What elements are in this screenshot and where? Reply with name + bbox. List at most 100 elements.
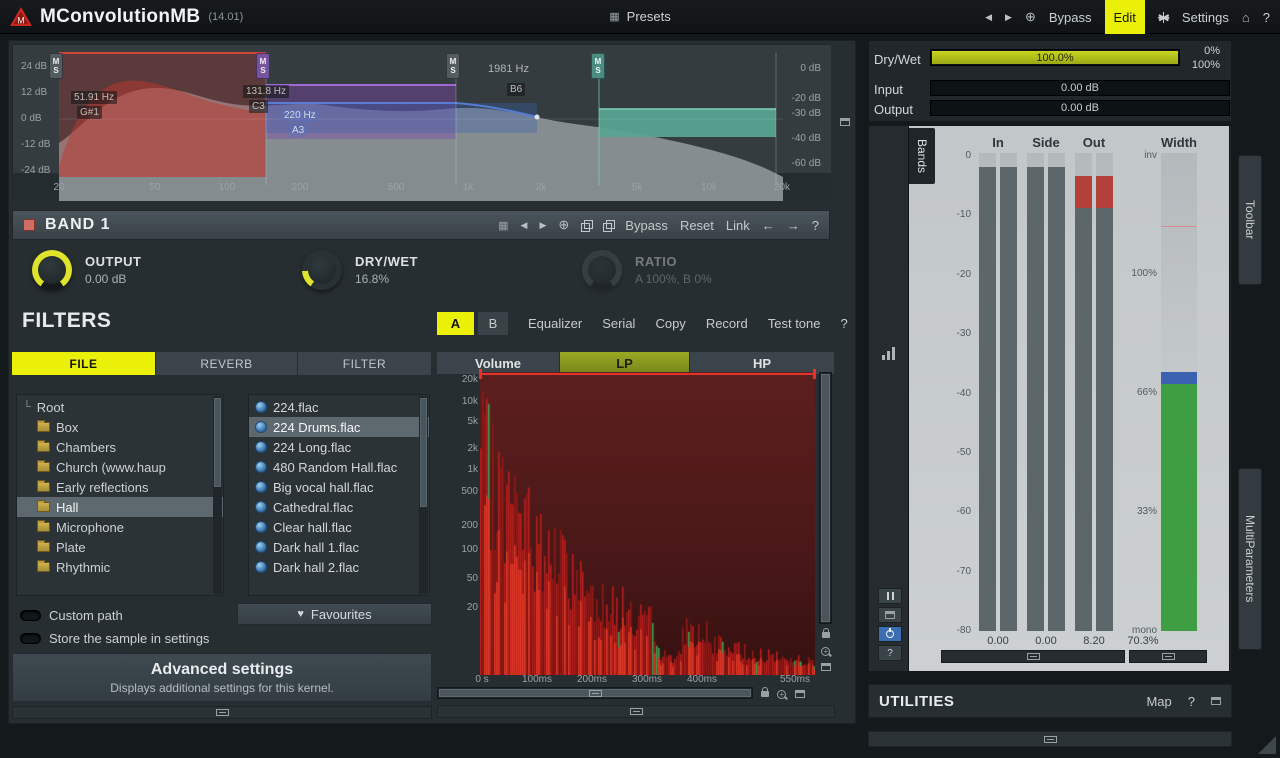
- ms-toggle[interactable]: MS: [591, 53, 605, 79]
- next-preset-button[interactable]: ▶: [1005, 12, 1012, 23]
- file-item[interactable]: Dark hall 1.flac: [249, 537, 429, 557]
- input-gain-bar[interactable]: 0.00 dB: [930, 80, 1230, 96]
- tab-filter[interactable]: FILTER: [298, 352, 432, 375]
- band-next-icon[interactable]: ▶: [539, 220, 546, 231]
- tree-item-root[interactable]: └Root: [17, 397, 223, 417]
- map-button[interactable]: Map: [1146, 694, 1171, 709]
- file-panel-collapse-button[interactable]: [12, 706, 432, 719]
- help-button[interactable]: ?: [1263, 10, 1270, 25]
- zoom-in-icon[interactable]: [774, 687, 789, 701]
- band-presets-grid-icon[interactable]: ▦: [498, 219, 508, 232]
- meter-detach-button[interactable]: [878, 607, 902, 623]
- band-arrow-left-icon[interactable]: ←: [762, 218, 775, 233]
- copy-button[interactable]: Copy: [655, 316, 685, 331]
- spectrum-display[interactable]: 24 dB12 dB0 dB-12 dB-24 dB0 dB-20 dB-30 …: [12, 44, 830, 200]
- ir-vscrollbar[interactable]: [819, 372, 832, 624]
- right-panel-collapse-button[interactable]: [868, 731, 1232, 747]
- edit-button[interactable]: Edit: [1105, 0, 1145, 34]
- utilities-detach-icon[interactable]: [1211, 697, 1221, 705]
- tree-item[interactable]: Plate: [17, 537, 223, 557]
- resize-grip[interactable]: [1258, 736, 1276, 754]
- file-item[interactable]: Dark hall 2.flac: [249, 557, 429, 577]
- settings-button[interactable]: Settings: [1182, 10, 1229, 25]
- band-previous-icon[interactable]: ◀: [521, 220, 528, 231]
- ratio-knob[interactable]: [582, 250, 622, 290]
- tree-item[interactable]: Hall: [17, 497, 223, 517]
- output-knob[interactable]: [32, 250, 72, 290]
- band-help-button[interactable]: ?: [812, 218, 819, 233]
- band-arrow-right-icon[interactable]: →: [787, 218, 800, 233]
- file-item[interactable]: 480 Random Hall.flac: [249, 457, 429, 477]
- drywet-knob[interactable]: [302, 250, 342, 290]
- multiparameters-tab[interactable]: MultiParameters: [1238, 468, 1262, 650]
- utilities-title: UTILITIES: [879, 693, 954, 710]
- ir-range-handle-right[interactable]: [813, 369, 816, 379]
- tab-reverb[interactable]: REVERB: [156, 352, 298, 375]
- tab-filter-a[interactable]: A: [437, 312, 474, 335]
- previous-preset-button[interactable]: ◀: [985, 12, 992, 23]
- tab-volume[interactable]: Volume: [437, 352, 560, 374]
- ms-toggle[interactable]: MS: [446, 53, 460, 79]
- tree-item[interactable]: Chambers: [17, 437, 223, 457]
- ms-toggle[interactable]: MS: [49, 53, 63, 79]
- detach-window-icon[interactable]: [840, 118, 850, 126]
- lock-icon[interactable]: [757, 687, 772, 701]
- tree-item[interactable]: Rhythmic: [17, 557, 223, 577]
- home-icon[interactable]: ⌂: [1242, 10, 1250, 25]
- ir-lock-icon[interactable]: [818, 628, 833, 642]
- file-item[interactable]: Clear hall.flac: [249, 517, 429, 537]
- folder-tree-scrollbar[interactable]: [213, 396, 222, 594]
- output-gain-bar[interactable]: 0.00 dB: [930, 100, 1230, 116]
- band-color-swatch[interactable]: [23, 219, 35, 231]
- custom-path-toggle[interactable]: [20, 610, 41, 621]
- meter-help-button[interactable]: ?: [878, 645, 902, 661]
- zoom-fit-icon[interactable]: [792, 687, 807, 701]
- ir-panel-collapse-button[interactable]: [437, 705, 835, 718]
- bypass-button[interactable]: Bypass: [1049, 10, 1092, 25]
- ir-hscrollbar[interactable]: [437, 687, 753, 699]
- paste-icon[interactable]: [603, 220, 613, 230]
- tree-item[interactable]: Box: [17, 417, 223, 437]
- record-button[interactable]: Record: [706, 316, 748, 331]
- ir-fit-icon[interactable]: [818, 660, 833, 674]
- ms-toggle[interactable]: MS: [256, 53, 270, 79]
- band-link-button[interactable]: Link: [726, 218, 750, 233]
- utilities-help-button[interactable]: ?: [1188, 694, 1195, 709]
- file-list-scrollbar[interactable]: [419, 396, 428, 594]
- filters-help-button[interactable]: ?: [841, 316, 848, 331]
- ir-canvas[interactable]: [480, 372, 815, 675]
- band-bypass-button[interactable]: Bypass: [625, 218, 668, 233]
- file-item[interactable]: 224 Long.flac: [249, 437, 429, 457]
- presets-button[interactable]: ▦ Presets: [609, 9, 670, 24]
- ir-range-line[interactable]: [480, 373, 815, 375]
- band-globe-icon[interactable]: ⊕: [558, 217, 569, 233]
- file-item[interactable]: Big vocal hall.flac: [249, 477, 429, 497]
- file-item[interactable]: 224.flac: [249, 397, 429, 417]
- ir-zoom-icon[interactable]: [818, 644, 833, 658]
- ir-range-handle-left[interactable]: [479, 369, 482, 379]
- tab-file[interactable]: FILE: [12, 352, 156, 375]
- drywet-slider[interactable]: 100.0%: [930, 49, 1180, 66]
- tab-filter-b[interactable]: B: [478, 312, 508, 335]
- advanced-settings-button[interactable]: Advanced settings Displays additional se…: [12, 653, 432, 702]
- copy-icon[interactable]: [581, 220, 591, 230]
- band-reset-button[interactable]: Reset: [680, 218, 714, 233]
- file-item[interactable]: Cathedral.flac: [249, 497, 429, 517]
- width-range-slider[interactable]: [1129, 650, 1207, 663]
- globe-icon[interactable]: ⊕: [1025, 9, 1036, 25]
- serial-button[interactable]: Serial: [602, 316, 635, 331]
- meter-settings-icon[interactable]: [882, 346, 900, 360]
- file-item[interactable]: 224 Drums.flac: [249, 417, 429, 437]
- meter-pause-button[interactable]: [878, 588, 902, 604]
- store-sample-toggle[interactable]: [20, 633, 41, 644]
- tab-lp[interactable]: LP: [560, 352, 690, 374]
- toolbar-tab[interactable]: Toolbar: [1238, 155, 1262, 285]
- test-tone-button[interactable]: Test tone: [768, 316, 821, 331]
- favourites-button[interactable]: ♥ Favourites: [237, 603, 432, 625]
- meter-power-button[interactable]: [878, 626, 902, 642]
- tree-item[interactable]: Church (www.haup: [17, 457, 223, 477]
- equalizer-button[interactable]: Equalizer: [528, 316, 582, 331]
- meter-range-slider[interactable]: [941, 650, 1125, 663]
- tree-item[interactable]: Early reflections: [17, 477, 223, 497]
- tree-item[interactable]: Microphone: [17, 517, 223, 537]
